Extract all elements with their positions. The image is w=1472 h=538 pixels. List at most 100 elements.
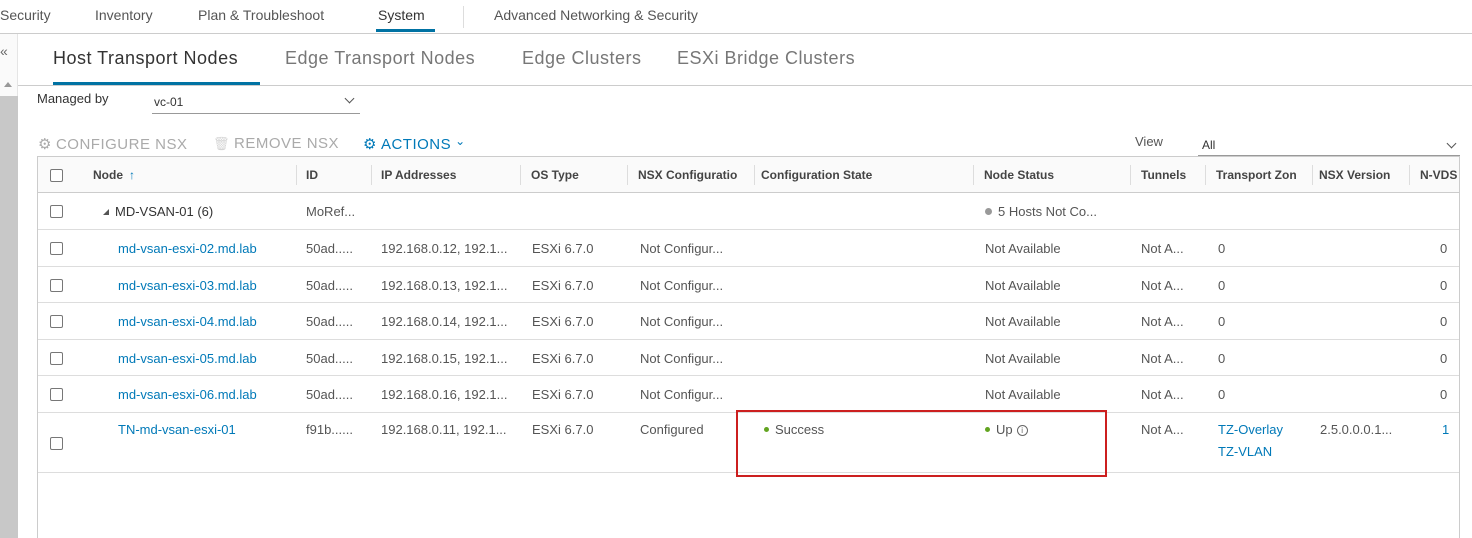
info-icon[interactable]: i [1016,425,1028,437]
expand-caret-icon[interactable] [103,208,109,215]
nsx-config-cell: Not Configur... [640,241,724,256]
col-node-status[interactable]: Node Status [984,168,1054,182]
ip-cell: 192.168.0.16, 192.1... [381,387,508,402]
nav-divider [463,6,464,28]
col-os-type[interactable]: OS Type [531,168,579,182]
scroll-up-arrow-icon[interactable] [4,82,12,87]
row-checkbox[interactable] [50,279,63,292]
nsx-config-cell: Not Configur... [640,387,724,402]
table-row-group[interactable]: MD-VSAN-01 (6) MoRef... 5 Hosts Not Co..… [38,193,1459,230]
tab-esxi-bridge-clusters[interactable]: ESXi Bridge Clusters [677,48,855,69]
os-type-cell: ESXi 6.7.0 [532,351,594,366]
transport-zone-link[interactable]: TZ-VLAN [1218,444,1272,459]
col-separator[interactable] [627,165,628,185]
col-tunnels[interactable]: Tunnels [1141,168,1186,182]
table-row[interactable]: md-vsan-esxi-06.md.lab 50ad..... 192.168… [38,376,1459,413]
row-checkbox[interactable] [50,388,63,401]
nav-security[interactable]: Security [0,7,51,23]
col-separator[interactable] [1130,165,1131,185]
view-value: All [1202,138,1216,152]
row-checkbox[interactable] [50,205,63,218]
node-cell[interactable]: MD-VSAN-01 (6) [103,204,213,219]
n-vds-cell: 0 [1440,351,1448,366]
node-status-cell: Not Available [985,387,1061,402]
table-row[interactable]: md-vsan-esxi-05.md.lab 50ad..... 192.168… [38,340,1459,376]
sort-ascending-icon[interactable]: ↑ [129,168,135,182]
row-checkbox[interactable] [50,242,63,255]
ip-cell: 192.168.0.12, 192.1... [381,241,508,256]
remove-nsx-button[interactable]: 🗑 REMOVE NSX [213,135,339,152]
col-separator[interactable] [973,165,974,185]
n-vds-cell: 0 [1440,241,1448,256]
status-up-dot-icon [985,427,990,433]
collapse-sidebar-icon[interactable]: « [0,44,8,58]
col-nsx-version[interactable]: NSX Version [1319,168,1390,182]
node-link[interactable]: md-vsan-esxi-05.md.lab [118,351,257,366]
actions-label: ACTIONS [380,135,452,153]
col-id[interactable]: ID [306,168,318,182]
node-link[interactable]: md-vsan-esxi-06.md.lab [118,387,257,402]
col-separator[interactable] [296,165,297,185]
node-link[interactable]: TN-md-vsan-esxi-01 [118,422,236,437]
col-configuration-state[interactable]: Configuration State [761,168,872,182]
nsx-config-cell: Not Configur... [640,278,724,293]
top-nav: Security Inventory Plan & Troubleshoot S… [0,0,1472,34]
col-node[interactable]: Node ↑ [93,168,135,182]
tunnels-cell: Not A... [1141,278,1184,293]
col-n-vds[interactable]: N-VDS [1420,168,1459,182]
n-vds-cell: 0 [1440,387,1448,402]
col-separator[interactable] [1312,165,1313,185]
table-row[interactable]: TN-md-vsan-esxi-01 f91b...... 192.168.0.… [38,413,1459,473]
row-checkbox[interactable] [50,437,63,450]
select-all-checkbox[interactable] [50,169,63,182]
node-link[interactable]: md-vsan-esxi-03.md.lab [118,278,257,293]
os-type-cell: ESXi 6.7.0 [532,422,594,437]
tab-edge-clusters[interactable]: Edge Clusters [522,48,642,69]
col-separator[interactable] [371,165,372,185]
view-select[interactable]: All [1198,134,1460,156]
col-separator[interactable] [754,165,755,185]
transport-zone-link[interactable]: TZ-Overlay [1218,422,1283,437]
host-transport-nodes-grid: Node ↑ ID IP Addresses OS Type NSX Config… [37,156,1460,538]
nsx-config-cell: Not Configur... [640,314,724,329]
n-vds-link[interactable]: 1 [1442,422,1449,437]
row-checkbox[interactable] [50,352,63,365]
remove-nsx-label: REMOVE NSX [234,135,340,152]
table-row[interactable]: md-vsan-esxi-04.md.lab 50ad..... 192.168… [38,303,1459,340]
scrollbar[interactable] [0,96,18,538]
transport-zone-cell: 0 [1218,351,1226,366]
node-status-cell: Not Available [985,278,1061,293]
os-type-cell: ESXi 6.7.0 [532,241,594,256]
nav-plan-troubleshoot[interactable]: Plan & Troubleshoot [198,7,324,23]
ip-cell: 192.168.0.15, 192.1... [381,351,508,366]
chevron-down-icon: ⌄ [455,134,466,148]
managed-by-select[interactable]: vc-01 [152,92,360,114]
table-row[interactable]: md-vsan-esxi-03.md.lab 50ad..... 192.168… [38,267,1459,303]
col-ip-addresses[interactable]: IP Addresses [381,168,456,182]
table-row[interactable]: md-vsan-esxi-02.md.lab 50ad..... 192.168… [38,230,1459,267]
node-status-cell: Not Available [985,314,1061,329]
nav-system[interactable]: System [378,7,425,23]
actions-button[interactable]: ⚙ ACTIONS ⌄ [363,134,466,153]
managed-by-value: vc-01 [154,95,184,109]
configure-nsx-button[interactable]: ⚙ CONFIGURE NSX [38,135,187,154]
col-separator[interactable] [520,165,521,185]
node-status-cell: Up i [985,422,1028,437]
node-link[interactable]: md-vsan-esxi-04.md.lab [118,314,257,329]
col-separator[interactable] [1409,165,1410,185]
node-status-cell: 5 Hosts Not Co... [985,204,1097,219]
nav-inventory[interactable]: Inventory [95,7,153,23]
tab-host-transport-nodes[interactable]: Host Transport Nodes [53,48,238,69]
transport-zone-cell: 0 [1218,387,1226,402]
transport-zone-cell: 0 [1218,314,1226,329]
transport-zone-cell: 0 [1218,278,1226,293]
managed-by-label: Managed by [37,91,109,106]
tab-edge-transport-nodes[interactable]: Edge Transport Nodes [285,48,475,69]
col-separator[interactable] [1205,165,1206,185]
col-nsx-configuration[interactable]: NSX Configuratio [638,168,753,182]
node-link[interactable]: md-vsan-esxi-02.md.lab [118,241,257,256]
row-checkbox[interactable] [50,315,63,328]
nav-advanced-networking-security[interactable]: Advanced Networking & Security [494,7,698,23]
col-transport-zones[interactable]: Transport Zon [1216,168,1311,182]
n-vds-cell: 0 [1440,278,1448,293]
